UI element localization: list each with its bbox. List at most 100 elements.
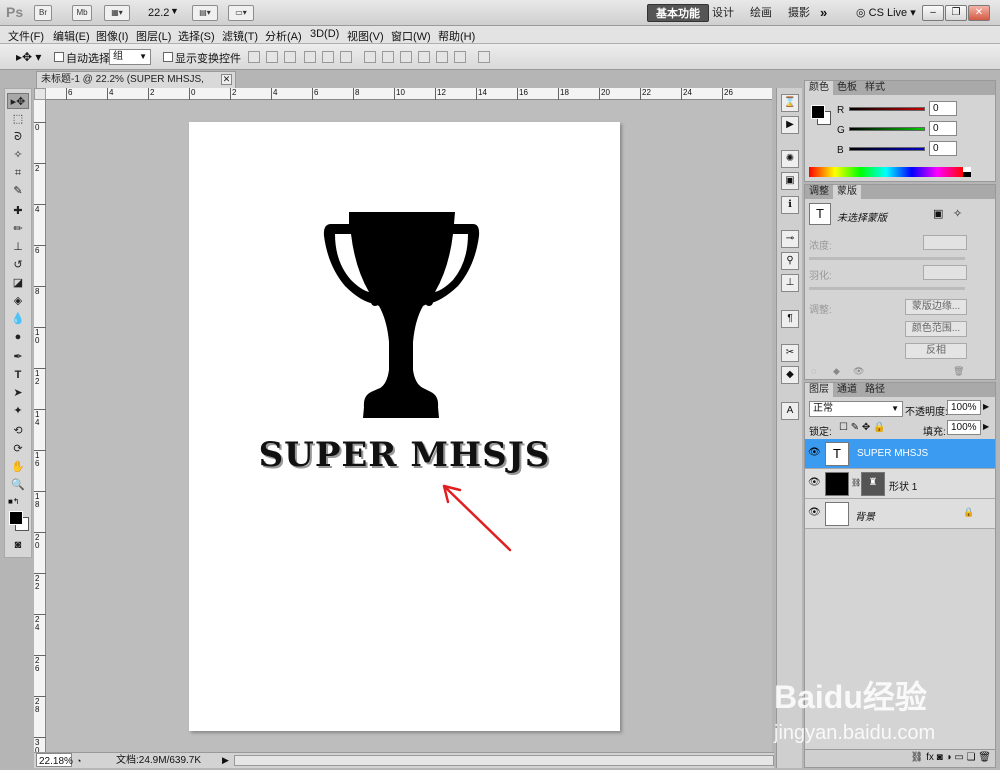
layer-row-shape[interactable]: 👁 ⛓ ♜ 形状 1 (805, 469, 995, 499)
eyedropper-tool-icon[interactable]: ✎ (7, 183, 29, 199)
tab-channels[interactable]: 通道 (833, 383, 861, 397)
tools-panel-icon[interactable]: ✂ (781, 344, 799, 362)
status-menu-arrow-icon[interactable]: ▶ (222, 753, 229, 768)
fill-input[interactable]: 100% (947, 420, 981, 435)
workspace-painting[interactable]: 绘画 (742, 4, 780, 22)
type-tool-icon[interactable]: T (7, 367, 29, 383)
layer-visibility-icon[interactable]: 👁 (808, 507, 821, 519)
color-range-button[interactable]: 颜色范围... (905, 321, 967, 337)
mask-delete-icon[interactable]: 🗑 (953, 366, 964, 377)
marquee-tool-icon[interactable]: ⬚ (7, 111, 29, 127)
align-hcenter-icon[interactable] (322, 51, 334, 63)
tab-styles[interactable]: 样式 (861, 81, 889, 95)
distribute-bottom-icon[interactable] (400, 51, 412, 63)
blend-mode-select[interactable]: 正常 ▼ (809, 401, 903, 417)
horizontal-ruler[interactable]: 6 4 2 0 2 4 6 8 10 12 14 16 18 20 22 24 26 (46, 88, 772, 100)
crop-tool-icon[interactable]: ⌗ (7, 165, 29, 181)
link-chain-icon[interactable]: ⛓ (851, 478, 861, 487)
opacity-input[interactable]: 100% (947, 400, 981, 415)
clone-stamp-tool-icon[interactable]: ⊥ (7, 239, 29, 255)
feather-slider[interactable] (809, 287, 965, 290)
close-tab-icon[interactable]: ✕ (221, 74, 232, 85)
actions-panel-icon[interactable]: ▶ (781, 116, 799, 134)
tab-swatches[interactable]: 色板 (833, 81, 861, 95)
align-right-icon[interactable] (340, 51, 352, 63)
shape-tool-icon[interactable]: ✦ (7, 403, 29, 419)
new-layer-icon[interactable]: ❏ (967, 752, 976, 763)
density-slider[interactable] (809, 257, 965, 260)
distribute-right-icon[interactable] (454, 51, 466, 63)
layer-comps-icon[interactable]: ◆ (781, 366, 799, 384)
horizontal-scrollbar[interactable] (234, 755, 774, 766)
status-preview-icon[interactable]: ◔ (76, 754, 81, 769)
menu-help[interactable]: 帮助(H) (438, 28, 475, 44)
hand-tool-icon[interactable]: ✋ (7, 459, 29, 475)
pen-tool-icon[interactable]: ✒ (7, 349, 29, 365)
menu-3d[interactable]: 3D(D) (310, 28, 339, 40)
mask-apply-icon[interactable]: ◆ (833, 366, 840, 377)
more-workspaces[interactable]: » (820, 5, 827, 20)
info-panel-icon[interactable]: ℹ (781, 196, 799, 214)
opacity-arrow-icon[interactable]: ▶ (983, 402, 989, 411)
adjustment-layer-icon[interactable]: ◑ (945, 752, 951, 763)
view-extras-icon[interactable]: ▦▾ (104, 5, 130, 21)
mask-edge-button[interactable]: 蒙版边缘... (905, 299, 967, 315)
align-vcenter-icon[interactable] (266, 51, 278, 63)
workspace-essentials[interactable]: 基本功能 (647, 4, 709, 22)
distribute-left-icon[interactable] (418, 51, 430, 63)
channel-b-slider[interactable] (849, 147, 925, 151)
menu-file[interactable]: 文件(F) (8, 28, 44, 44)
menu-select[interactable]: 选择(S) (178, 28, 215, 44)
eraser-tool-icon[interactable]: ◪ (7, 275, 29, 291)
zoom-dropdown-icon[interactable]: ▼ (170, 6, 179, 16)
layer-row-background[interactable]: 👁 背景 🔒 (805, 499, 995, 529)
zoom-level[interactable]: 22.2 (148, 7, 169, 19)
brush-tool-icon[interactable]: ✏ (7, 221, 29, 237)
auto-select-dropdown[interactable]: 组 ▼ (109, 49, 151, 65)
channel-b-input[interactable]: 0 (929, 141, 957, 156)
tab-adjustments[interactable]: 调整 (805, 185, 833, 199)
bridge-icon[interactable]: Br (34, 5, 52, 21)
menu-layer[interactable]: 图层(L) (136, 28, 171, 44)
path-select-tool-icon[interactable]: ➤ (7, 385, 29, 401)
document-canvas[interactable]: SUPER MHSJS (189, 122, 620, 731)
delete-layer-icon[interactable]: 🗑 (978, 752, 991, 763)
feather-input[interactable] (923, 265, 967, 280)
pixel-mask-icon[interactable]: ▣ (933, 207, 943, 220)
workspace-photography[interactable]: 摄影 (780, 4, 818, 22)
link-layers-icon[interactable]: ⛓ (911, 752, 924, 763)
vertical-ruler[interactable]: 024681 01 21 41 61 82 02 22 42 62 83 0 (34, 100, 46, 755)
show-transform-checkbox[interactable] (163, 52, 173, 62)
character-panel-icon[interactable]: A (781, 402, 799, 420)
paint-bucket-tool-icon[interactable]: ◈ (7, 293, 29, 309)
close-button[interactable]: ✕ (968, 5, 990, 21)
tab-layers[interactable]: 图层 (805, 383, 833, 397)
bw-swatch[interactable] (963, 167, 971, 177)
align-top-icon[interactable] (248, 51, 260, 63)
mask-load-selection-icon[interactable]: ◌ (811, 366, 816, 376)
restore-button[interactable]: ❐ (945, 5, 967, 21)
3d-panel-icon[interactable]: ✺ (781, 150, 799, 168)
add-mask-icon[interactable]: ◙ (937, 752, 943, 763)
lock-icons[interactable]: ☐ ✎ ✥ 🔒 (839, 422, 886, 433)
layer-visibility-icon[interactable]: 👁 (808, 447, 821, 459)
align-bottom-icon[interactable] (284, 51, 296, 63)
zoom-tool-icon[interactable]: 🔍 (7, 477, 29, 493)
ruler-origin[interactable] (34, 88, 46, 100)
arrange-docs-icon[interactable]: ▤▾ (192, 5, 218, 21)
vector-mask-icon[interactable]: ✧ (953, 207, 962, 220)
cs-live-button[interactable]: ◎ CS Live ▾ (856, 6, 916, 19)
layer-row-text[interactable]: 👁 T SUPER MHSJS (805, 439, 995, 469)
foreground-color-swatch[interactable] (9, 511, 23, 525)
menu-edit[interactable]: 编辑(E) (53, 28, 90, 44)
align-left-icon[interactable] (304, 51, 316, 63)
layer-style-icon[interactable]: fx (926, 752, 934, 763)
new-group-icon[interactable]: ▭ (954, 752, 963, 763)
3d-orbit-tool-icon[interactable]: ⟳ (7, 441, 29, 457)
history-panel-icon[interactable]: ⌛ (781, 94, 799, 112)
channel-r-input[interactable]: 0 (929, 101, 957, 116)
menu-view[interactable]: 视图(V) (347, 28, 384, 44)
brush-presets-icon[interactable]: ⊸ (781, 230, 799, 248)
clone-source-icon[interactable]: ⚲ (781, 252, 799, 270)
invert-button[interactable]: 反相 (905, 343, 967, 359)
